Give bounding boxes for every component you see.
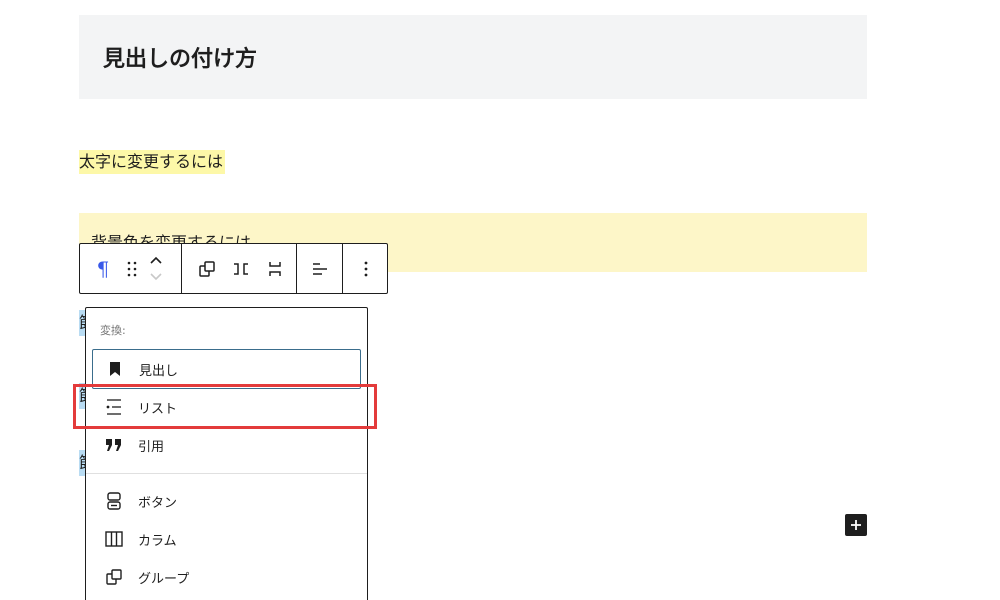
transform-to-quote[interactable]: 引用 [92,425,361,465]
transform-menu: 変換: 見出し リスト 引用 ボタン カラム グループ [85,307,368,600]
plus-icon [851,520,861,530]
columns-icon [105,531,123,547]
transform-to-buttons[interactable]: ボタン [92,481,361,521]
block-type-button[interactable]: ¶ [86,244,120,293]
transform-label: 変換: [100,324,126,337]
add-block-button[interactable] [845,514,867,536]
chevron-up-icon [150,256,162,264]
bold-paragraph[interactable]: 太字に変更するには [79,150,226,174]
transform-item-label: 見出し [139,363,179,379]
bookmark-icon [110,362,120,376]
transform-item-label: ボタン [138,495,178,511]
toolbar-group-options [343,244,387,293]
toolbar-group-layout [182,244,297,293]
options-button[interactable] [349,244,383,293]
chevron-down-icon [150,273,162,281]
toolbar-group-block: ¶ [80,244,182,293]
heading-text[interactable]: 見出しの付け方 [103,41,257,73]
transform-to-heading[interactable]: 見出し [92,349,361,389]
row-button[interactable] [224,244,258,293]
row-icon [234,262,248,275]
quote-icon [106,439,121,451]
align-left-icon [313,262,327,275]
transform-item-label: カラム [138,533,177,549]
transform-to-group[interactable]: グループ [92,557,361,597]
more-vertical-icon [364,261,368,276]
heading-block[interactable]: 見出しの付け方 [79,15,867,99]
drag-handle-button[interactable] [120,244,144,293]
move-down-button[interactable] [149,269,163,285]
menu-separator [86,473,367,474]
group-icon [199,260,215,277]
drag-handle-icon [127,261,137,276]
paragraph-icon: ¶ [96,256,110,281]
stack-button[interactable] [258,244,292,293]
group-icon [106,569,122,585]
transform-item-label: グループ [138,571,190,587]
toolbar-group-align [297,244,343,293]
stack-icon [269,261,281,276]
group-button[interactable] [190,244,224,293]
align-button[interactable] [303,244,337,293]
transform-to-columns[interactable]: カラム [92,519,361,559]
block-mover [144,244,168,293]
button-icon [107,492,121,510]
block-toolbar: ¶ [79,243,388,294]
transform-item-label: 引用 [138,439,165,455]
move-up-button[interactable] [149,253,163,269]
annotation-highlight-box [73,384,377,429]
